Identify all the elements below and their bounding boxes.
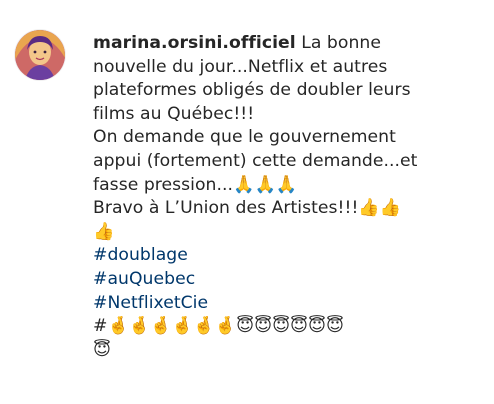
comment-line-8: Bravo à L’Union des Artistes!!!👍👍 bbox=[93, 198, 402, 219]
comment-line-emoji-wrap: 😇 bbox=[93, 339, 111, 360]
comment-text-fragment: La bonne bbox=[301, 33, 381, 53]
comment-line-9: 👍 bbox=[93, 221, 115, 242]
comment-line-6: appui (fortement) cette demande...et bbox=[93, 150, 418, 171]
comment-line-5: On demande que le gouvernement bbox=[93, 127, 396, 148]
comment-line-2: nouvelle du jour...Netflix et autres bbox=[93, 56, 388, 77]
comment-line-4: films au Québec!!! bbox=[93, 103, 255, 124]
profile-photo-avatar-icon bbox=[15, 30, 65, 80]
avatar[interactable] bbox=[15, 30, 65, 80]
username-link[interactable]: marina.orsini.officiel bbox=[93, 33, 296, 53]
comment-line-7: fasse pression...🙏🙏🙏 bbox=[93, 174, 298, 195]
comment-line-emoji: #🤞🤞🤞🤞🤞🤞😇😇😇😇😇😇 bbox=[93, 316, 344, 337]
comment-line-3: plateformes obligés de doubler leurs bbox=[93, 80, 411, 101]
comment-text: marina.orsini.officiel La bonne nouvelle… bbox=[93, 32, 488, 362]
hashtag-link[interactable]: #auQuebec bbox=[93, 268, 488, 292]
hashtag-link[interactable]: #doublage bbox=[93, 244, 488, 268]
comment-line-1: marina.orsini.officiel La bonne bbox=[93, 32, 488, 56]
comment: marina.orsini.officiel La bonne nouvelle… bbox=[0, 0, 494, 404]
hashtag-link[interactable]: #NetflixetCie bbox=[93, 292, 488, 316]
